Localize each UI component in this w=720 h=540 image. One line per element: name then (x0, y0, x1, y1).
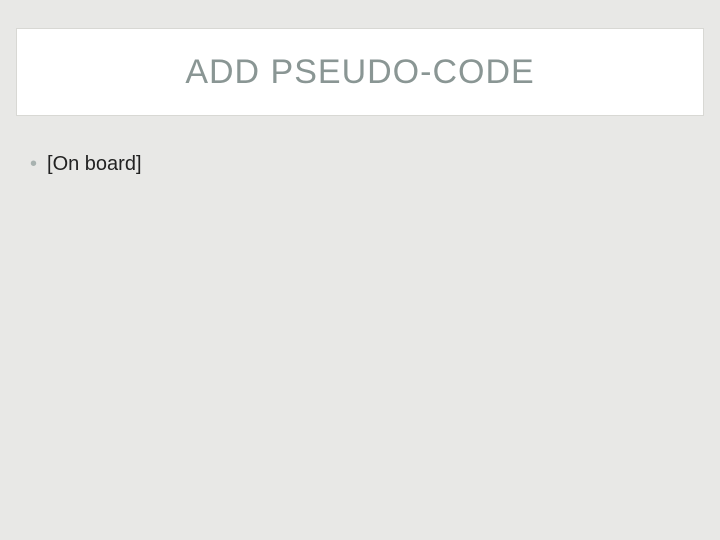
bullet-text: [On board] (47, 152, 142, 176)
bullet-icon: • (30, 152, 37, 176)
slide-title: ADD PSEUDO-CODE (185, 53, 534, 92)
slide-content: • [On board] (30, 152, 690, 176)
list-item: • [On board] (30, 152, 690, 176)
slide-title-box: ADD PSEUDO-CODE (16, 28, 704, 116)
